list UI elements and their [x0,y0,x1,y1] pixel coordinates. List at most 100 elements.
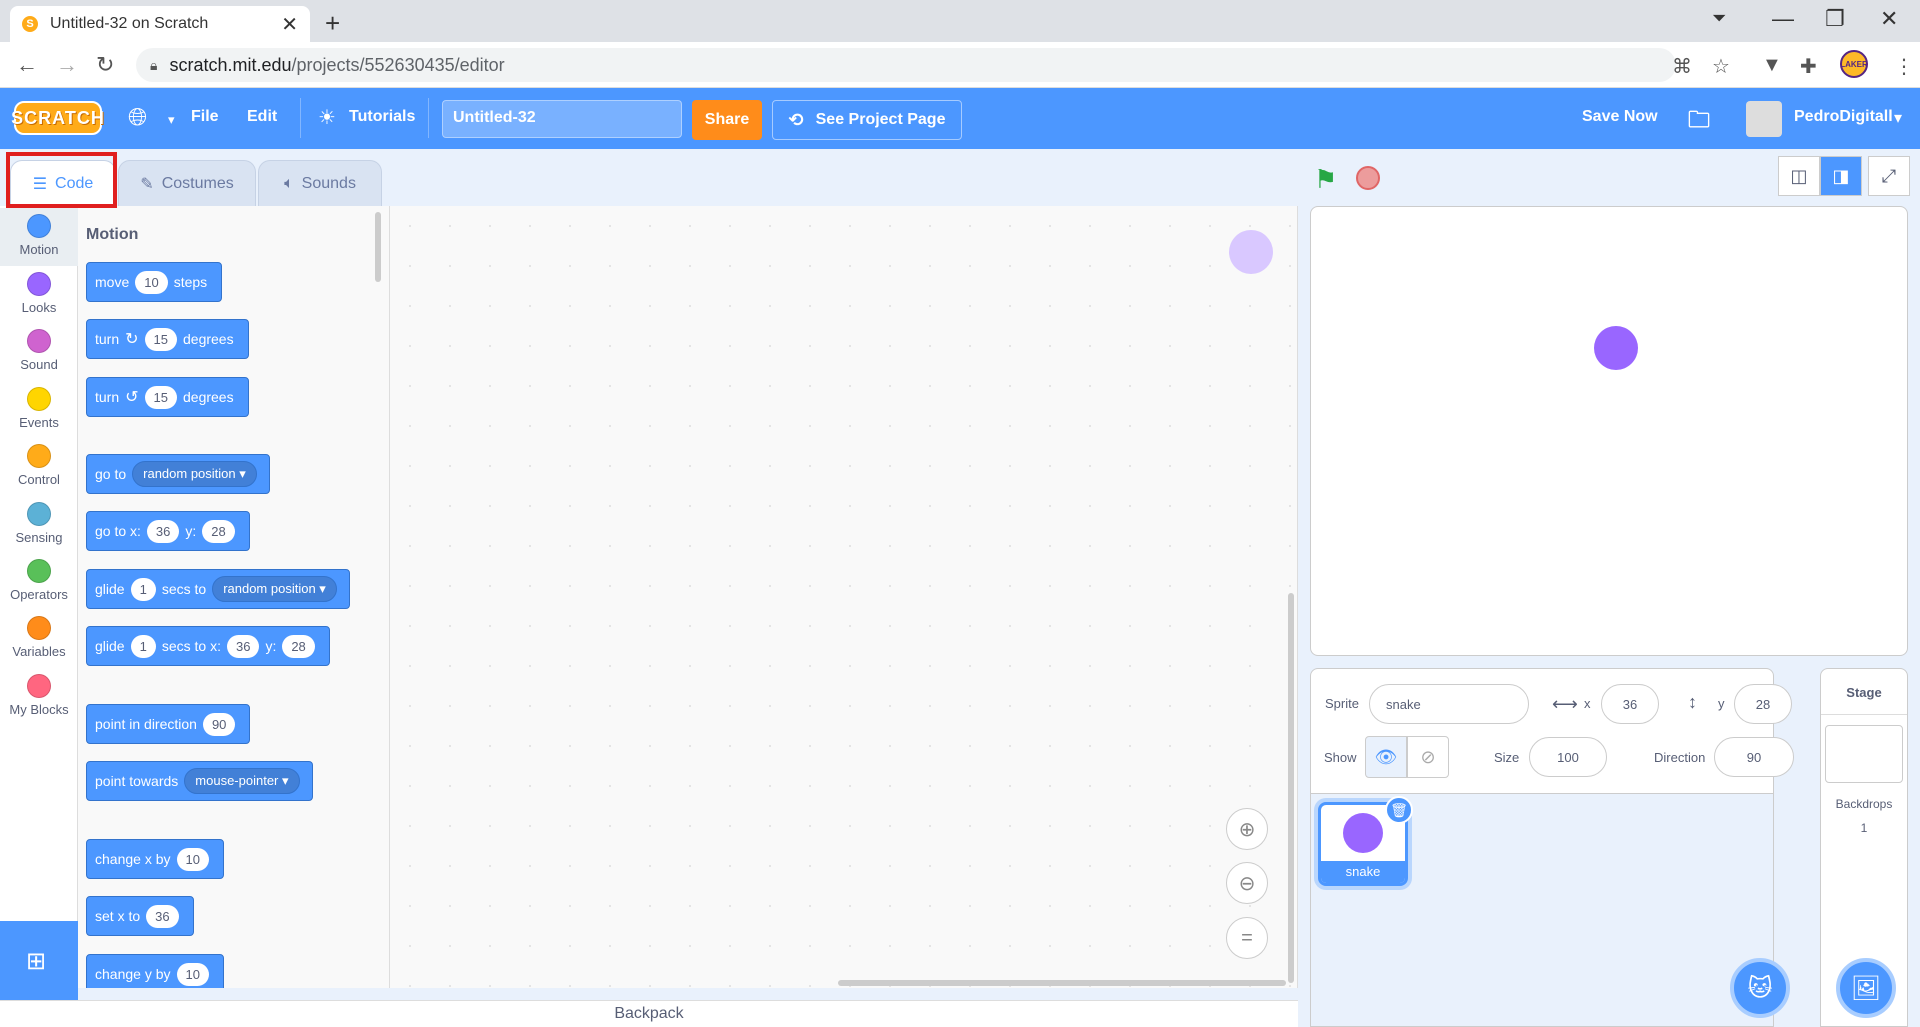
share-button[interactable]: Share [692,100,762,140]
tab-sounds[interactable]: 🔈︎ Sounds [258,160,382,206]
address-bar[interactable]: 🔒︎ scratch.mit.edu/projects/552630435/ed… [136,48,1676,82]
category-control[interactable]: Control [0,438,78,496]
block-number-input[interactable]: 28 [202,519,235,543]
category-sound[interactable]: Sound [0,323,78,381]
my-stuff-folder-icon[interactable]: 🗀 [1688,103,1710,141]
close-window-icon[interactable]: ✕ [1880,6,1898,32]
block-text: turn [95,389,120,405]
extension-icon[interactable]: ▼ [1762,54,1782,77]
block-number-input[interactable]: 36 [226,634,260,658]
minimize-icon[interactable]: — [1772,6,1794,32]
small-stage-button[interactable]: ◫ [1778,156,1820,196]
script-vertical-scrollbar[interactable] [1288,593,1294,983]
browser-menu-icon[interactable]: ⋮ [1894,54,1914,79]
scratch-logo[interactable]: SCRATCH [11,101,104,135]
project-title-input[interactable]: Untitled-32 [442,100,682,138]
edit-menu[interactable]: Edit [247,108,277,126]
new-tab-icon[interactable]: + [325,8,340,39]
category-variables[interactable]: Variables [0,610,78,668]
choose-sprite-button[interactable]: 🐱︎ [1730,958,1790,1018]
reload-icon[interactable]: ↻ [96,52,114,78]
tab-search-icon[interactable]: ⏷ [1712,8,1726,29]
see-project-page-button[interactable]: ⟲ See Project Page [772,100,962,140]
green-flag-icon[interactable]: ⚑ [1314,164,1337,195]
block-go-to-xy[interactable]: go to x: 36 y: 28 [86,511,250,551]
forward-icon[interactable]: → [56,52,78,78]
save-now-button[interactable]: Save Now [1582,108,1658,126]
zoom-reset-button[interactable]: = [1226,917,1268,959]
show-sprite-button[interactable]: 👁︎ [1365,736,1407,778]
large-stage-button[interactable]: ◨ [1820,156,1862,196]
category-events[interactable]: Events [0,381,78,439]
block-number-input[interactable]: 1 [130,577,156,601]
stage-sprite-snake[interactable] [1594,326,1638,370]
block-change-y[interactable]: change y by 10 [86,954,224,988]
block-change-x[interactable]: change x by 10 [86,839,224,879]
block-number-input[interactable]: 90 [202,712,236,736]
puzzle-extensions-icon[interactable]: ✚ [1800,54,1817,79]
stop-icon[interactable] [1356,166,1380,190]
file-menu[interactable]: File [191,108,219,126]
bookmark-star-icon[interactable]: ☆ [1712,54,1730,79]
tutorials-menu[interactable]: Tutorials [349,108,415,126]
block-move-steps[interactable]: move 10 steps [86,262,223,302]
stage-thumbnail[interactable] [1825,725,1903,783]
tab-sounds-label: Sounds [301,174,356,192]
category-looks[interactable]: Looks [0,266,78,324]
block-number-input[interactable]: 10 [176,847,209,871]
delete-sprite-button[interactable]: 🗑︎ [1385,796,1413,824]
close-tab-icon[interactable]: ✕ [281,12,298,37]
block-number-input[interactable]: 36 [146,519,180,543]
block-go-to[interactable]: go to random position ▾ [86,454,270,494]
tutorials-bulb-icon[interactable]: ☀ [318,105,336,130]
block-turn-right[interactable]: turn ↻ 15 degrees [86,319,249,359]
category-my-blocks[interactable]: My Blocks [0,668,78,726]
x-position-input[interactable]: 36 [1601,684,1659,724]
user-avatar[interactable] [1746,101,1782,137]
block-number-input[interactable]: 15 [144,385,177,409]
zoom-in-button[interactable]: ⊕ [1226,808,1268,850]
block-number-input[interactable]: 28 [282,634,315,658]
choose-backdrop-button[interactable]: 🖼︎ [1836,958,1896,1018]
block-number-input[interactable]: 10 [176,962,209,986]
script-horizontal-scrollbar[interactable] [838,980,1286,986]
block-dropdown[interactable]: random position ▾ [132,461,257,487]
category-motion[interactable]: Motion [0,208,78,266]
zoom-out-button[interactable]: ⊖ [1226,862,1268,904]
category-sensing[interactable]: Sensing [0,496,78,554]
palette-scrollbar[interactable] [375,212,381,282]
block-set-x[interactable]: set x to 36 [86,896,194,936]
sprite-name-input[interactable]: snake [1369,684,1529,724]
translate-icon[interactable]: ⌘ [1672,54,1692,79]
block-point-towards[interactable]: point towards mouse-pointer ▾ [86,761,313,801]
fullscreen-button[interactable]: ⤢ [1868,156,1910,196]
stage-canvas[interactable] [1310,206,1908,656]
profile-avatar[interactable]: LAKER [1840,50,1868,78]
tab-costumes[interactable]: ✎ Costumes [118,160,256,206]
block-glide-to[interactable]: glide 1 secs to random position ▾ [86,569,350,609]
hide-sprite-button[interactable]: ⊘ [1407,736,1449,778]
block-glide-xy[interactable]: glide 1 secs to x: 36 y: 28 [86,626,330,666]
browser-tab[interactable]: S Untitled-32 on Scratch ✕ [10,6,310,42]
user-dropdown-icon[interactable]: ▾ [1894,108,1902,128]
script-area[interactable] [390,206,1298,988]
username-menu[interactable]: PedroDigitall [1794,108,1893,126]
size-input[interactable]: 100 [1529,737,1607,777]
y-position-input[interactable]: 28 [1734,684,1792,724]
eye-slash-icon: ⊘ [1420,746,1436,767]
backpack-bar[interactable]: Backpack [0,1000,1298,1027]
block-turn-left[interactable]: turn ↺ 15 degrees [86,377,249,417]
block-point-in-direction[interactable]: point in direction 90 [86,704,251,744]
block-number-input[interactable]: 10 [135,270,168,294]
block-dropdown[interactable]: random position ▾ [212,576,337,602]
direction-input[interactable]: 90 [1714,737,1794,777]
back-icon[interactable]: ← [16,52,38,78]
block-number-input[interactable]: 36 [146,904,179,928]
restore-icon[interactable]: ❐ [1825,6,1845,32]
block-number-input[interactable]: 15 [144,327,177,351]
category-operators[interactable]: Operators [0,553,78,611]
block-number-input[interactable]: 1 [130,634,156,658]
language-globe-icon[interactable]: 🌐︎ [128,104,147,132]
block-dropdown[interactable]: mouse-pointer ▾ [184,768,300,794]
globe-dropdown-icon[interactable]: ▾ [168,112,175,128]
